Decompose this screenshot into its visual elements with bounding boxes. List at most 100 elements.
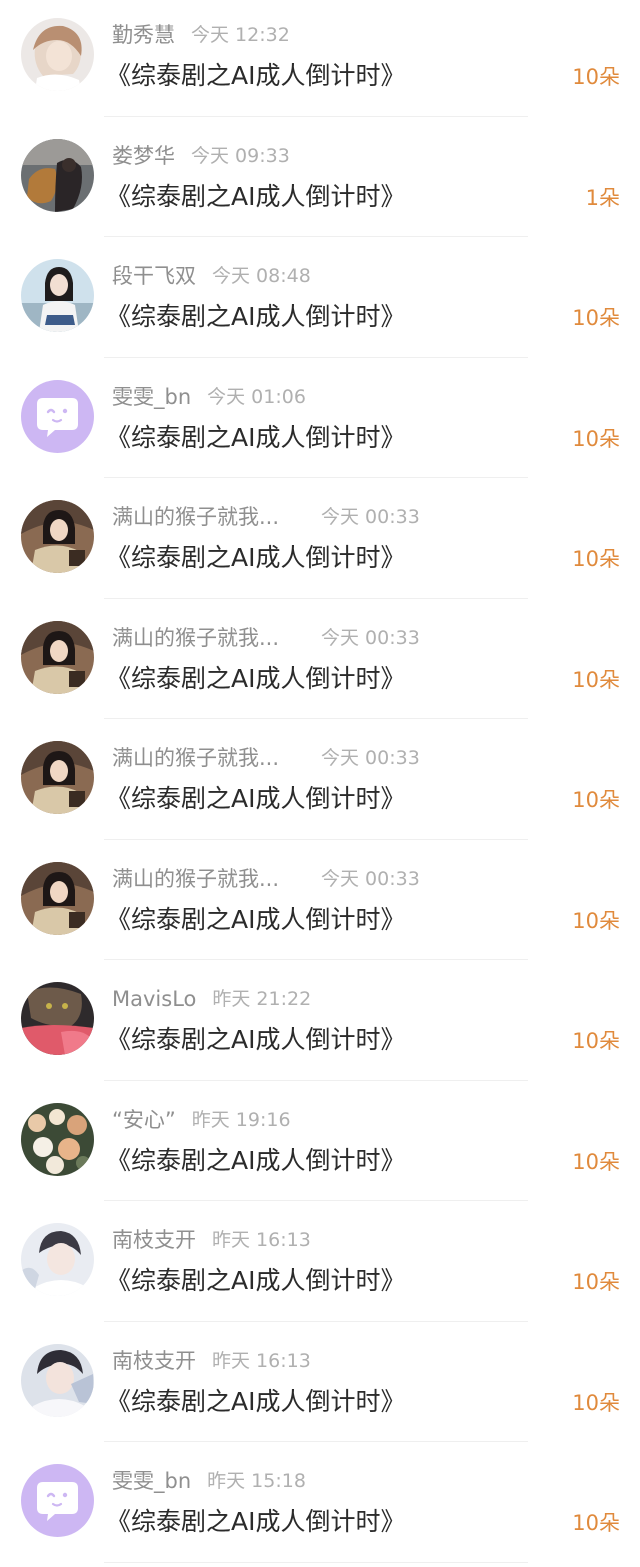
photo-avatar-icon xyxy=(21,500,94,573)
divider xyxy=(104,1079,528,1081)
item-meta: 满山的猴子就我... 今天 00:33 xyxy=(112,502,420,532)
timestamp: 今天 12:32 xyxy=(191,24,290,46)
timestamp: 昨天 15:18 xyxy=(207,1470,306,1492)
avatar[interactable] xyxy=(21,1223,94,1296)
gift-count: 1朵 xyxy=(585,185,620,210)
work-title[interactable]: 《综泰剧之AI成人倒计时》 xyxy=(106,1141,405,1181)
photo-avatar-icon xyxy=(21,259,94,332)
work-title[interactable]: 《综泰剧之AI成人倒计时》 xyxy=(106,538,405,578)
list-item[interactable]: 娄梦华 今天 09:33 《综泰剧之AI成人倒计时》 1朵 xyxy=(0,121,640,242)
avatar[interactable] xyxy=(21,741,94,814)
divider xyxy=(104,838,528,840)
divider xyxy=(104,1200,528,1201)
work-title[interactable]: 《综泰剧之AI成人倒计时》 xyxy=(106,1020,405,1060)
work-title[interactable]: 《综泰剧之AI成人倒计时》 xyxy=(106,659,405,699)
default-chat-avatar-icon xyxy=(21,379,94,453)
user-name[interactable]: 雯雯_bn xyxy=(112,1466,191,1496)
work-title[interactable]: 《综泰剧之AI成人倒计时》 xyxy=(106,1382,405,1422)
list-item[interactable]: 满山的猴子就我... 今天 00:33 《综泰剧之AI成人倒计时》 10朵 xyxy=(0,844,640,965)
item-meta: 勤秀慧 今天 12:32 xyxy=(112,20,290,50)
timestamp: 今天 00:33 xyxy=(321,747,420,769)
avatar[interactable] xyxy=(21,861,94,935)
work-title[interactable]: 《综泰剧之AI成人倒计时》 xyxy=(106,177,405,217)
item-meta: “安心” 昨天 19:16 xyxy=(112,1105,291,1135)
list-item[interactable]: MavisLo 昨天 21:22 《综泰剧之AI成人倒计时》 10朵 xyxy=(0,964,640,1085)
user-name[interactable]: 满山的猴子就我... xyxy=(112,502,300,532)
gift-count: 10朵 xyxy=(572,1029,620,1053)
avatar[interactable] xyxy=(21,500,94,573)
user-name[interactable]: 娄梦华 xyxy=(112,141,175,171)
list-item[interactable]: 雯雯_bn 今天 01:06 《综泰剧之AI成人倒计时》 10朵 xyxy=(0,362,640,483)
photo-avatar-icon xyxy=(21,1343,94,1417)
work-title[interactable]: 《综泰剧之AI成人倒计时》 xyxy=(106,779,405,819)
work-title[interactable]: 《综泰剧之AI成人倒计时》 xyxy=(106,297,405,337)
user-name[interactable]: 雯雯_bn xyxy=(112,382,191,412)
photo-avatar-icon xyxy=(21,861,94,935)
divider xyxy=(104,597,528,599)
item-meta: 满山的猴子就我... 今天 00:33 xyxy=(112,864,420,894)
user-name[interactable]: 满山的猴子就我... xyxy=(112,743,300,773)
avatar[interactable] xyxy=(21,1343,94,1417)
divider xyxy=(104,115,528,117)
list-item[interactable]: 南枝支开 昨天 16:13 《综泰剧之AI成人倒计时》 10朵 xyxy=(0,1205,640,1326)
timestamp: 今天 00:33 xyxy=(321,506,420,528)
gift-count: 10朵 xyxy=(572,1511,620,1535)
item-meta: 南枝支开 昨天 16:13 xyxy=(112,1225,311,1255)
list-item[interactable]: 段干飞双 今天 08:48 《综泰剧之AI成人倒计时》 10朵 xyxy=(0,241,640,362)
gift-count: 10朵 xyxy=(572,1270,620,1294)
divider xyxy=(104,236,528,237)
timestamp: 今天 09:33 xyxy=(191,144,290,167)
gift-count: 10朵 xyxy=(572,1149,620,1174)
avatar[interactable] xyxy=(21,138,94,212)
work-title[interactable]: 《综泰剧之AI成人倒计时》 xyxy=(106,900,405,940)
timestamp: 昨天 16:13 xyxy=(212,1229,311,1251)
gift-count: 10朵 xyxy=(572,426,620,451)
work-title[interactable]: 《综泰剧之AI成人倒计时》 xyxy=(106,1502,405,1542)
divider xyxy=(104,1561,528,1563)
timestamp: 昨天 16:13 xyxy=(212,1349,311,1372)
avatar[interactable] xyxy=(21,1464,94,1537)
avatar[interactable] xyxy=(21,982,94,1055)
photo-avatar-icon xyxy=(21,1223,94,1296)
gift-count: 10朵 xyxy=(572,65,620,89)
list-item[interactable]: 南枝支开 昨天 16:13 《综泰剧之AI成人倒计时》 10朵 xyxy=(0,1326,640,1447)
avatar[interactable] xyxy=(21,620,94,694)
list-item[interactable]: 满山的猴子就我... 今天 00:33 《综泰剧之AI成人倒计时》 10朵 xyxy=(0,723,640,844)
user-name[interactable]: 勤秀慧 xyxy=(112,20,175,50)
avatar[interactable] xyxy=(21,18,94,91)
timestamp: 今天 00:33 xyxy=(321,867,420,890)
user-name[interactable]: “安心” xyxy=(112,1105,176,1135)
list-item[interactable]: 满山的猴子就我... 今天 00:33 《综泰剧之AI成人倒计时》 10朵 xyxy=(0,482,640,603)
timestamp: 昨天 19:16 xyxy=(191,1108,291,1131)
list-item[interactable]: “安心” 昨天 19:16 《综泰剧之AI成人倒计时》 10朵 xyxy=(0,1085,640,1206)
user-name[interactable]: 南枝支开 xyxy=(112,1225,196,1255)
list-item[interactable]: 满山的猴子就我... 今天 00:33 《综泰剧之AI成人倒计时》 10朵 xyxy=(0,603,640,724)
user-name[interactable]: 满山的猴子就我... xyxy=(112,864,300,894)
timestamp: 今天 08:48 xyxy=(212,265,311,287)
item-meta: MavisLo 昨天 21:22 xyxy=(112,984,311,1014)
gift-count: 10朵 xyxy=(572,306,620,330)
user-name[interactable]: 满山的猴子就我... xyxy=(112,623,300,653)
work-title[interactable]: 《综泰剧之AI成人倒计时》 xyxy=(106,56,405,96)
user-name[interactable]: 段干飞双 xyxy=(112,261,196,291)
photo-avatar-icon xyxy=(21,18,94,91)
divider xyxy=(104,477,528,478)
gift-record-list: 勤秀慧 今天 12:32 《综泰剧之AI成人倒计时》 10朵 娄梦华 今天 09:3… xyxy=(0,0,640,1567)
list-item[interactable]: 雯雯_bn 昨天 15:18 《综泰剧之AI成人倒计时》 10朵 xyxy=(0,1446,640,1567)
avatar[interactable] xyxy=(21,1102,94,1176)
work-title[interactable]: 《综泰剧之AI成人倒计时》 xyxy=(106,418,405,458)
divider xyxy=(104,959,528,960)
item-meta: 娄梦华 今天 09:33 xyxy=(112,141,290,171)
timestamp: 今天 01:06 xyxy=(207,385,306,408)
item-meta: 雯雯_bn 今天 01:06 xyxy=(112,382,306,412)
divider xyxy=(104,1441,528,1442)
user-name[interactable]: 南枝支开 xyxy=(112,1346,196,1376)
divider xyxy=(104,356,528,358)
avatar[interactable] xyxy=(21,259,94,332)
work-title[interactable]: 《综泰剧之AI成人倒计时》 xyxy=(106,1261,405,1301)
user-name[interactable]: MavisLo xyxy=(112,984,196,1014)
item-meta: 南枝支开 昨天 16:13 xyxy=(112,1346,311,1376)
avatar[interactable] xyxy=(21,379,94,453)
divider xyxy=(104,718,528,719)
list-item[interactable]: 勤秀慧 今天 12:32 《综泰剧之AI成人倒计时》 10朵 xyxy=(0,0,640,121)
